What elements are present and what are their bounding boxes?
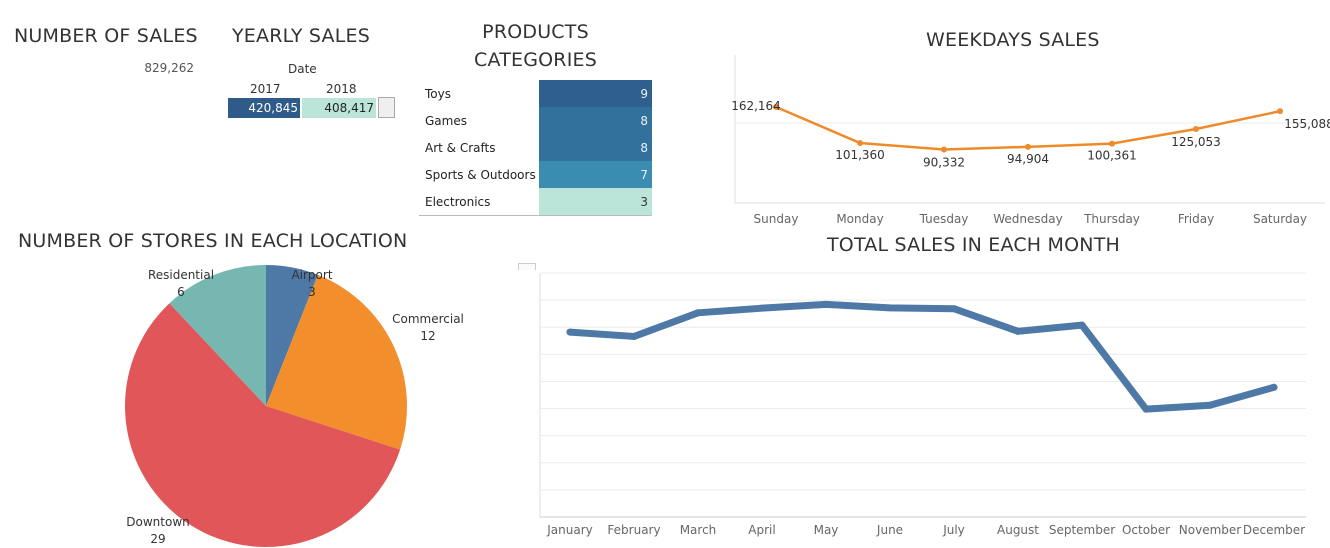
weekday-data-label: 162,164 xyxy=(731,99,781,113)
category-value: 9 xyxy=(640,87,648,101)
yearly-sales-value-2018: 408,417 xyxy=(324,101,374,115)
month-point[interactable] xyxy=(1270,383,1278,391)
weekday-tick-label: Saturday xyxy=(1253,212,1307,226)
category-name: Electronics xyxy=(425,195,491,209)
category-row[interactable]: Art & Crafts 8 xyxy=(419,134,652,161)
month-tick-label: January xyxy=(546,523,593,537)
month-point[interactable] xyxy=(1014,327,1022,335)
yearly-sales-cell-2017[interactable]: 420,845 xyxy=(228,98,300,118)
yearly-sales-title: YEARLY SALES xyxy=(232,25,370,47)
weekday-point[interactable] xyxy=(941,146,947,153)
month-point[interactable] xyxy=(630,332,638,340)
weekday-tick-label: Sunday xyxy=(754,212,799,226)
weekday-point[interactable] xyxy=(1025,143,1031,150)
month-tick-label: March xyxy=(680,523,717,537)
number-of-sales-title: NUMBER OF SALES xyxy=(14,25,198,47)
month-point[interactable] xyxy=(1078,321,1086,329)
month-point[interactable] xyxy=(694,309,702,317)
pie-slice-value: 12 xyxy=(420,329,435,343)
month-tick-label: August xyxy=(997,523,1039,537)
month-point[interactable] xyxy=(886,304,894,312)
category-name: Games xyxy=(425,114,467,128)
category-value: 8 xyxy=(640,114,648,128)
yearly-sales-value-2017: 420,845 xyxy=(248,101,298,115)
weekday-data-label: 90,332 xyxy=(923,156,965,170)
weekdays-sales-chart: 162,164 Sunday 101,360 Monday 90,332 Tuesday 9… xyxy=(731,55,1330,226)
product-categories-title-line2: CATEGORIES xyxy=(474,49,597,71)
pie-slice-value: 29 xyxy=(150,532,165,546)
weekday-tick-label: Tuesday xyxy=(919,212,969,226)
month-tick-label: April xyxy=(748,523,775,537)
month-tick-label: May xyxy=(814,523,839,537)
category-value: 7 xyxy=(640,168,648,182)
month-point[interactable] xyxy=(1142,405,1150,413)
monthly-sales-chart: January February March April May June July Augu… xyxy=(539,272,1306,537)
month-series-line xyxy=(566,300,1278,413)
category-name: Art & Crafts xyxy=(425,141,496,155)
yearly-sales-year-2018: 2018 xyxy=(326,82,357,96)
product-categories-title: PRODUCTS CATEGORIES xyxy=(419,18,652,74)
pie-slice-value: 3 xyxy=(308,285,316,299)
weekday-tick-label: Wednesday xyxy=(993,212,1062,226)
month-tick-label: February xyxy=(607,523,660,537)
category-cell: 8 xyxy=(539,107,652,134)
weekday-data-label: 100,361 xyxy=(1087,149,1137,163)
month-point[interactable] xyxy=(950,305,958,313)
weekdays-sales-title: WEEKDAYS SALES xyxy=(926,29,1100,51)
category-name: Toys xyxy=(425,87,451,101)
weekday-data-label: 155,088 xyxy=(1284,117,1330,131)
category-value: 3 xyxy=(640,195,648,209)
stores-location-title: NUMBER OF STORES IN EACH LOCATION xyxy=(18,230,408,252)
weekday-point[interactable] xyxy=(857,139,863,146)
number-of-sales-value: 829,262 xyxy=(144,61,194,75)
weekday-data-label: 125,053 xyxy=(1171,135,1221,149)
category-name: Sports & Outdoors xyxy=(425,168,536,182)
weekday-point[interactable] xyxy=(1277,108,1283,115)
weekday-point[interactable] xyxy=(1109,140,1115,147)
stores-location-pie-chart: Airport 3 Commercial 12 Downtown 29 Residentia… xyxy=(124,265,464,547)
product-categories-title-line1: PRODUCTS xyxy=(482,21,589,43)
month-point[interactable] xyxy=(1206,401,1214,409)
product-categories-table: Toys 9 Games 8 Art & Crafts 8 Sports & Outdoor… xyxy=(419,80,652,216)
pie-slice-value: 6 xyxy=(177,285,185,299)
category-cell: 9 xyxy=(539,80,652,107)
yearly-sales-header: Date xyxy=(288,62,317,76)
month-point[interactable] xyxy=(822,300,830,308)
category-row[interactable]: Games 8 xyxy=(419,107,652,134)
month-tick-label: September xyxy=(1049,523,1115,537)
yearly-sales-year-2017: 2017 xyxy=(250,82,281,96)
pie-slice-label: Airport xyxy=(291,268,332,282)
weekday-tick-label: Friday xyxy=(1178,212,1214,226)
weekday-data-label: 94,904 xyxy=(1007,152,1049,166)
category-cell: 3 xyxy=(539,188,652,215)
pie-slice-label: Residential xyxy=(148,268,214,282)
month-point[interactable] xyxy=(758,304,766,312)
category-row[interactable]: Sports & Outdoors 7 xyxy=(419,161,652,188)
category-cell: 8 xyxy=(539,134,652,161)
pie-slice-label: Downtown xyxy=(126,515,189,529)
category-value: 8 xyxy=(640,141,648,155)
month-point[interactable] xyxy=(566,328,574,336)
month-tick-label: December xyxy=(1243,523,1305,537)
weekday-tick-label: Monday xyxy=(836,212,883,226)
yearly-sales-cell-2018[interactable]: 408,417 xyxy=(302,98,376,118)
month-tick-label: November xyxy=(1179,523,1241,537)
month-tick-label: July xyxy=(942,523,965,537)
pie-slice-label: Commercial xyxy=(392,312,464,326)
monthly-sales-title: TOTAL SALES IN EACH MONTH xyxy=(827,234,1120,256)
weekday-tick-label: Thursday xyxy=(1083,212,1140,226)
month-tick-label: June xyxy=(876,523,903,537)
weekday-data-label: 101,360 xyxy=(835,148,885,162)
yearly-sales-scroll-box[interactable] xyxy=(378,97,395,118)
month-tick-label: October xyxy=(1122,523,1170,537)
category-row[interactable]: Toys 9 xyxy=(419,80,652,107)
category-cell: 7 xyxy=(539,161,652,188)
weekday-point[interactable] xyxy=(1193,125,1199,132)
category-row[interactable]: Electronics 3 xyxy=(419,188,652,215)
